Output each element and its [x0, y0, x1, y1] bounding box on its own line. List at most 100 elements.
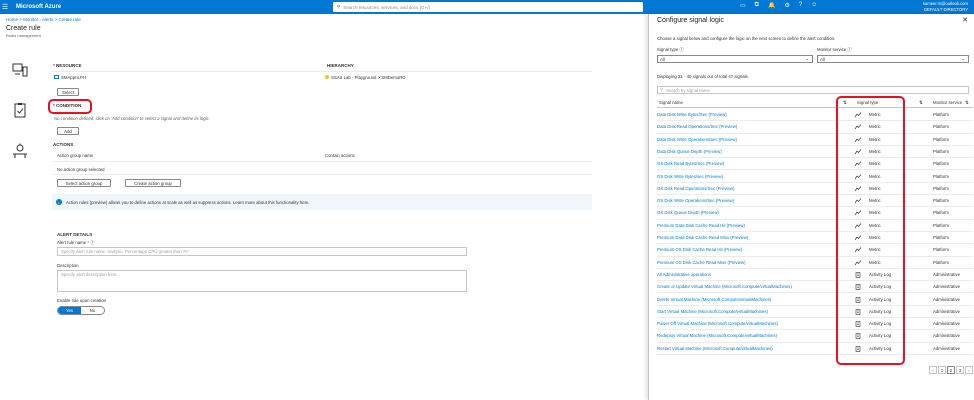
signal-row[interactable]: Redeploy Virtual Machine (Microsoft.Comp… — [657, 330, 973, 343]
signal-name-link[interactable]: Create or Update Virtual Machine (Micros… — [657, 284, 792, 289]
notifications-icon[interactable]: 🔔 — [768, 2, 775, 9]
signal-name-link[interactable]: Start Virtual Machine (Microsoft.Compute… — [657, 309, 768, 314]
signal-name-link[interactable]: Premium OS Disk Cache Read Miss (Preview… — [657, 260, 746, 265]
signal-row[interactable]: OS Disk Write Operations/Sec (Preview) Me… — [657, 195, 973, 208]
signal-row[interactable]: Create or Update Virtual Machine (Micros… — [657, 281, 973, 294]
page-2[interactable]: 2 — [947, 366, 955, 374]
signal-name-link[interactable]: Delete Virtual Machine (Microsoft.Comput… — [657, 297, 771, 302]
condition-add-button[interactable]: Add — [57, 127, 79, 135]
signal-row[interactable]: OS Disk Read Operations/Sec (Preview) Met… — [657, 183, 973, 196]
description-textarea[interactable]: Specify alert description here... — [57, 270, 467, 292]
signal-type-dropdown[interactable]: All ⌄ — [657, 55, 813, 63]
signal-name-link[interactable]: Data Disk Read Operations/Sec (Preview) — [657, 124, 737, 129]
signal-table-header: Signal name ⇅ Signal type ⇅ Monitor serv… — [657, 98, 973, 108]
page-1[interactable]: 1 — [938, 366, 946, 374]
signal-name-link[interactable]: OS Disk Read Bytes/Sec (Preview) — [657, 161, 724, 166]
brand-title[interactable]: Microsoft Azure — [16, 4, 61, 10]
divider — [52, 161, 592, 162]
actions-section-icon — [13, 143, 27, 158]
signal-row[interactable]: OS Disk Read Bytes/Sec (Preview) Metric Pl… — [657, 158, 973, 171]
directory-filter-icon[interactable]: ⧉ — [755, 2, 759, 9]
signal-row[interactable]: Data Disk Queue Depth (Preview) Metric Pla… — [657, 146, 973, 159]
signal-name-link[interactable]: Power Off Virtual Machine (Microsoft.Com… — [657, 321, 778, 326]
displaying-count: Displaying 21 - 40 signals out of total … — [657, 74, 748, 79]
signal-name-link[interactable]: OS Disk Write Bytes/sec (Preview) — [657, 174, 723, 179]
panel-title: Configure signal logic — [657, 17, 724, 24]
signal-name-link[interactable]: OS Disk Read Operations/Sec (Preview) — [657, 186, 734, 191]
signal-name-link[interactable]: Data Disk Write Bytes/Sec (Preview) — [657, 112, 727, 117]
resource-section-icon — [12, 63, 28, 77]
col-signal-name[interactable]: Signal name — [659, 100, 683, 105]
search-icon: ⚲ — [660, 87, 664, 92]
signal-name-link[interactable]: Premium Data Disk Cache Read Hit (Previe… — [657, 223, 745, 228]
monitor-service-value: Administrative — [933, 333, 960, 339]
page-next[interactable]: › — [965, 366, 973, 374]
sort-icon[interactable]: ⇅ — [919, 100, 923, 106]
hamburger-icon[interactable]: ☰ — [0, 3, 10, 11]
signal-name-link[interactable]: Premium Data Disk Cache Read Miss (Previ… — [657, 235, 748, 240]
signal-row[interactable]: Restart Virtual Machine (Microsoft.Compu… — [657, 343, 973, 355]
page-title: Create rule — [6, 25, 41, 32]
info-text[interactable]: Action rules (preview) allows you to def… — [66, 200, 310, 205]
page-prev[interactable]: ‹ — [929, 366, 937, 374]
alert-rule-name-label: Alert rule name * ⓘ — [57, 240, 95, 245]
signal-name-link[interactable]: Premium OS Disk Cache Read Hit (Preview) — [657, 247, 742, 252]
signal-row[interactable]: OS Disk Write Bytes/sec (Preview) Metric P… — [657, 171, 973, 183]
monitor-service-value: Platform — [933, 210, 949, 216]
chevron-down-icon: ⌄ — [805, 56, 809, 61]
signal-row[interactable]: Premium OS Disk Cache Read Miss (Preview… — [657, 257, 973, 269]
signal-search-input[interactable]: ⚲ Search by signal name — [657, 86, 969, 94]
feedback-icon[interactable]: ☺ — [811, 2, 817, 9]
close-icon[interactable]: ✕ — [962, 16, 968, 24]
signal-row[interactable]: Premium Data Disk Cache Read Miss (Previ… — [657, 232, 973, 245]
configure-signal-panel: Configure signal logic ✕ Choose a signal… — [648, 14, 974, 400]
signal-row[interactable]: Premium OS Disk Cache Read Hit (Preview)… — [657, 244, 973, 257]
resource-select-button[interactable]: Select — [57, 88, 79, 96]
signal-row[interactable]: OS Disk Queue Depth (Preview) Metric Platf… — [657, 207, 973, 220]
signal-row[interactable]: Power Off Virtual Machine (Microsoft.Com… — [657, 318, 973, 331]
signal-name-link[interactable]: Data Disk Queue Depth (Preview) — [657, 149, 722, 154]
description-label: Description — [57, 263, 79, 268]
condition-highlight-box — [48, 99, 92, 114]
create-action-group-button[interactable]: Create action group — [125, 179, 181, 187]
toggle-no[interactable]: No — [81, 307, 104, 314]
signal-row[interactable]: Start Virtual Machine (Microsoft.Compute… — [657, 306, 973, 319]
signal-row[interactable]: Premium Data Disk Cache Read Hit (Previe… — [657, 220, 973, 232]
cloud-shell-icon[interactable]: ▭ — [740, 2, 746, 9]
signal-name-link[interactable]: OS Disk Queue Depth (Preview) — [657, 210, 719, 215]
page-subtitle: Rules management — [6, 33, 41, 38]
search-icon: ⚲ — [337, 4, 341, 9]
col-monitor-service[interactable]: Monitor service — [933, 100, 962, 105]
alert-rule-name-input[interactable]: Specify alert rule name. Sample: 'Percen… — [57, 247, 467, 256]
hierarchy-header: HIERARCHY — [327, 63, 354, 68]
enable-rule-toggle[interactable]: Yes No — [57, 306, 105, 315]
signal-type-label: Signal type ⓘ — [657, 47, 684, 52]
monitor-service-value: Platform — [933, 173, 949, 179]
signal-name-link[interactable]: Data Disk Write Operations/Sec (Preview) — [657, 137, 737, 142]
signal-row[interactable]: Data Disk Write Operations/Sec (Preview)… — [657, 134, 973, 146]
signal-row[interactable]: All Administrative operations Activity Lo… — [657, 269, 973, 282]
breadcrumb[interactable]: Home > Monitor - Alerts > Create rule — [6, 17, 81, 22]
top-bar: ☰ Microsoft Azure ⚲ Search resources, se… — [0, 0, 974, 14]
signal-row[interactable]: Data Disk Write Bytes/Sec (Preview) Metri… — [657, 109, 973, 122]
help-icon[interactable]: ? — [799, 2, 802, 9]
monitor-service-value: Platform — [933, 112, 949, 117]
signal-row[interactable]: Data Disk Read Operations/Sec (Preview) M… — [657, 121, 973, 134]
sort-icon[interactable]: ⇅ — [965, 100, 969, 106]
user-account[interactable]: sameer.m@outlook.com DEFAULT DIRECTORY — [923, 1, 968, 12]
page-3[interactable]: 3 — [956, 366, 964, 374]
signal-row[interactable]: Delete Virtual Machine (Microsoft.Comput… — [657, 294, 973, 306]
select-action-group-button[interactable]: Select action group — [57, 179, 111, 187]
signal-type-highlight-box — [836, 96, 905, 365]
alert-details-header: ALERT DETAILS — [57, 232, 93, 237]
toggle-yes[interactable]: Yes — [58, 307, 81, 314]
signal-name-link[interactable]: Restart Virtual Machine (Microsoft.Compu… — [657, 346, 773, 351]
signal-name-link[interactable]: OS Disk Write Operations/Sec (Preview) — [657, 198, 734, 203]
monitor-service-value: Platform — [933, 185, 949, 191]
signal-name-link[interactable]: Redeploy Virtual Machine (Microsoft.Comp… — [657, 333, 777, 338]
signal-name-link[interactable]: All Administrative operations — [657, 272, 711, 277]
monitor-service-dropdown[interactable]: All ⌄ — [817, 55, 969, 63]
global-search-input[interactable]: ⚲ Search resources, services, and docs (… — [333, 2, 643, 12]
enable-rule-label: Enable rule upon creation — [57, 298, 106, 303]
settings-icon[interactable]: ⚙ — [784, 2, 789, 9]
